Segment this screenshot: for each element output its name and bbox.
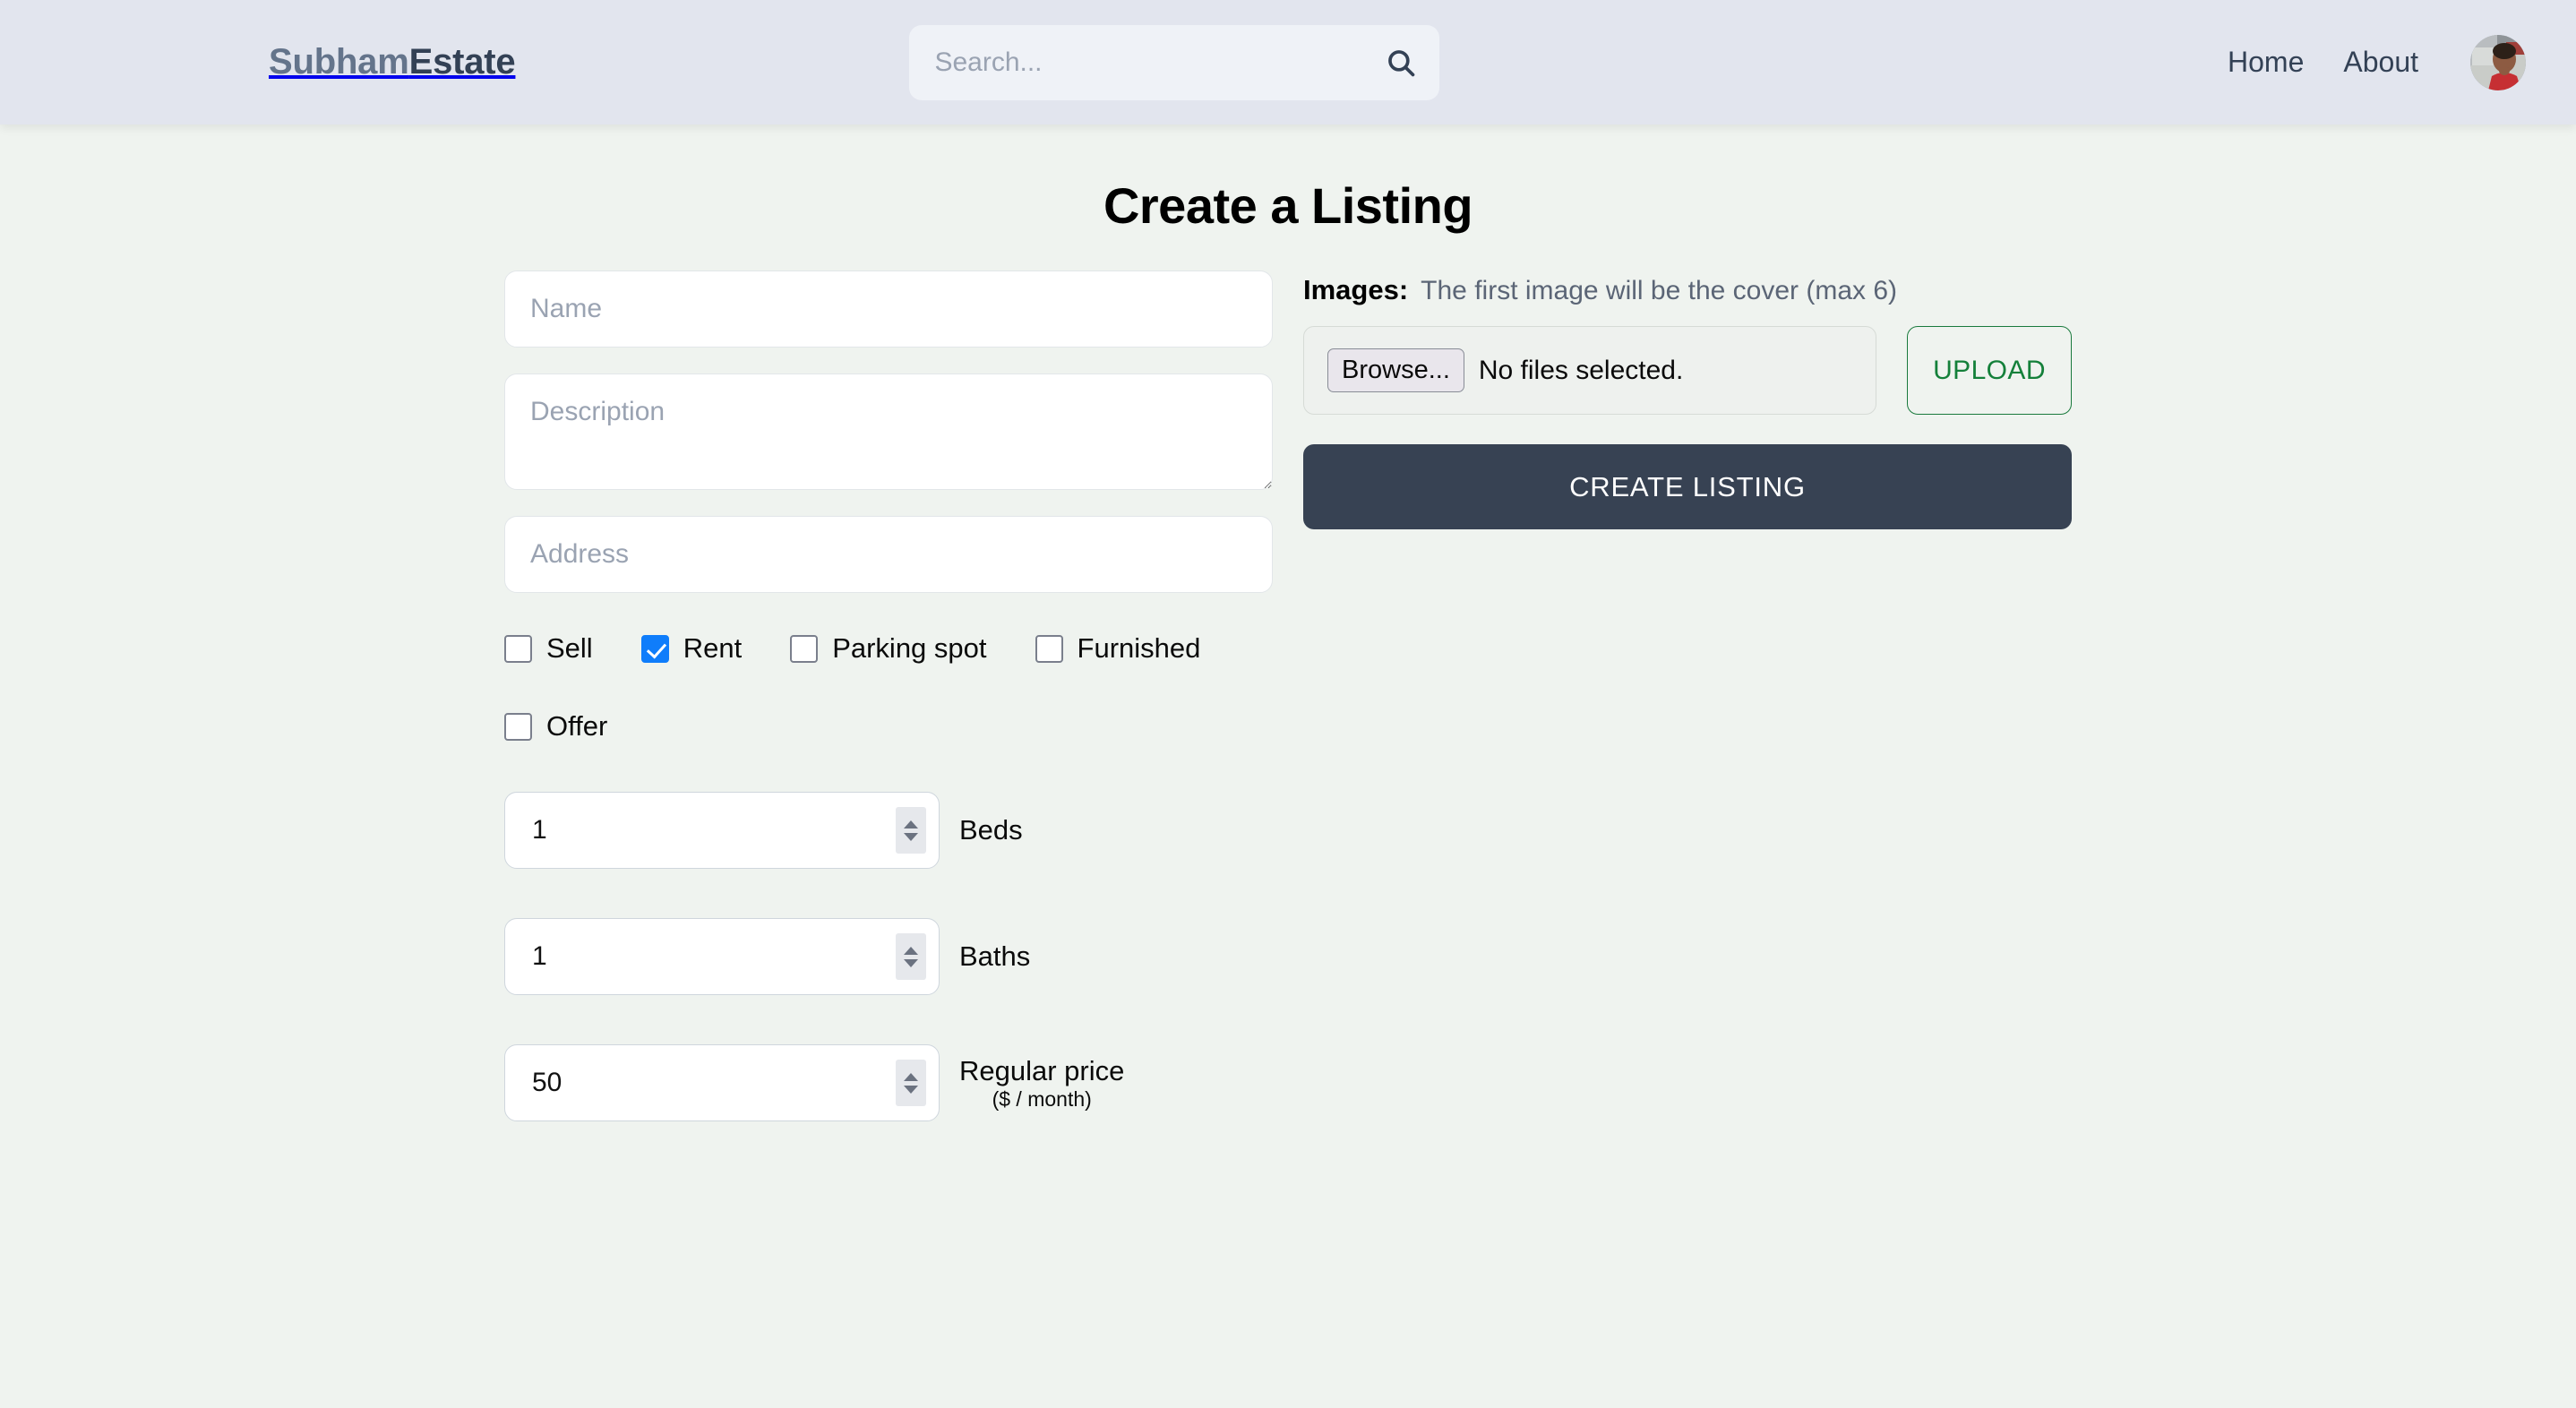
chevron-down-icon[interactable]	[904, 958, 918, 967]
baths-label: Baths	[959, 940, 1031, 973]
search-input[interactable]	[932, 46, 1387, 79]
avatar-image	[2470, 34, 2526, 90]
baths-field[interactable]	[504, 918, 940, 995]
form-right-column: Images: The first image will be the cove…	[1303, 270, 2072, 1121]
checkbox-item-offer[interactable]: Offer	[504, 710, 607, 743]
checkbox-item-rent[interactable]: Rent	[640, 632, 743, 665]
name-input[interactable]	[504, 270, 1273, 348]
checkbox-rent[interactable]	[640, 634, 669, 663]
beds-input[interactable]	[530, 814, 896, 846]
checkbox-item-sell[interactable]: Sell	[504, 632, 593, 665]
baths-stepper[interactable]	[896, 933, 926, 980]
number-row-baths: Baths	[504, 918, 1273, 995]
address-input[interactable]	[504, 516, 1273, 593]
checkbox-label-offer: Offer	[546, 710, 608, 742]
header-inner: SubhamEstate Home About	[0, 24, 2576, 100]
file-status-text: No files selected.	[1478, 355, 1684, 385]
browse-button[interactable]: Browse...	[1327, 348, 1464, 392]
form-left-column: Sell Rent Parking spot Furnished	[504, 270, 1273, 1121]
chevron-down-icon[interactable]	[904, 1085, 918, 1094]
create-listing-button[interactable]: CREATE LISTING	[1303, 444, 2072, 529]
chevron-up-icon[interactable]	[904, 946, 918, 955]
create-listing-form: Sell Rent Parking spot Furnished	[504, 270, 2072, 1121]
checkbox-label-rent: Rent	[683, 632, 743, 664]
regular-price-stepper[interactable]	[896, 1060, 926, 1106]
checkbox-furnished[interactable]	[1035, 634, 1063, 663]
main-nav: Home About	[2228, 34, 2526, 90]
chevron-up-icon[interactable]	[904, 820, 918, 828]
description-input[interactable]	[504, 373, 1273, 490]
images-label: Images:	[1303, 274, 1409, 305]
images-header: Images: The first image will be the cove…	[1303, 274, 2072, 306]
nav-link-about[interactable]: About	[2343, 46, 2418, 79]
upload-button[interactable]: UPLOAD	[1907, 326, 2072, 415]
nav-link-home[interactable]: Home	[2228, 46, 2304, 79]
regular-price-field[interactable]	[504, 1044, 940, 1121]
checkbox-offer[interactable]	[504, 712, 532, 741]
checkbox-row-primary: Sell Rent Parking spot Furnished	[504, 632, 1273, 665]
number-row-beds: Beds	[504, 792, 1273, 869]
chevron-up-icon[interactable]	[904, 1072, 918, 1081]
checkbox-sell[interactable]	[504, 634, 532, 663]
main-content: Create a Listing Sell Rent Parking spot	[0, 124, 2576, 1121]
checkbox-item-parking-spot[interactable]: Parking spot	[790, 632, 987, 665]
beds-stepper[interactable]	[896, 807, 926, 854]
baths-input[interactable]	[530, 940, 896, 973]
file-input[interactable]: Browse... No files selected.	[1303, 326, 1876, 415]
checkbox-label-sell: Sell	[546, 632, 593, 664]
page-title: Create a Listing	[1103, 177, 1473, 234]
regular-price-input[interactable]	[530, 1067, 896, 1099]
regular-price-label: Regular price ($ / month)	[959, 1055, 1124, 1111]
search-icon[interactable]	[1386, 47, 1416, 78]
avatar[interactable]	[2470, 34, 2526, 90]
regular-price-label-text: Regular price	[959, 1054, 1125, 1086]
regular-price-label-sub: ($ / month)	[992, 1086, 1092, 1111]
images-hint: The first image will be the cover (max 6…	[1421, 276, 1898, 305]
checkbox-row-offer: Offer	[504, 710, 1273, 743]
checkbox-item-furnished[interactable]: Furnished	[1035, 632, 1201, 665]
number-row-regular-price: Regular price ($ / month)	[504, 1044, 1273, 1121]
site-header: SubhamEstate Home About	[0, 0, 2576, 124]
checkbox-label-parking-spot: Parking spot	[832, 632, 987, 664]
brand-second: Estate	[408, 42, 516, 82]
search-form[interactable]	[909, 24, 1440, 100]
beds-field[interactable]	[504, 792, 940, 869]
brand-logo[interactable]: SubhamEstate	[269, 42, 516, 82]
brand-first: Subham	[269, 42, 409, 82]
upload-row: Browse... No files selected. UPLOAD	[1303, 326, 2072, 415]
beds-label: Beds	[959, 814, 1023, 846]
checkbox-label-furnished: Furnished	[1077, 632, 1201, 664]
chevron-down-icon[interactable]	[904, 832, 918, 841]
checkbox-parking-spot[interactable]	[790, 634, 819, 663]
